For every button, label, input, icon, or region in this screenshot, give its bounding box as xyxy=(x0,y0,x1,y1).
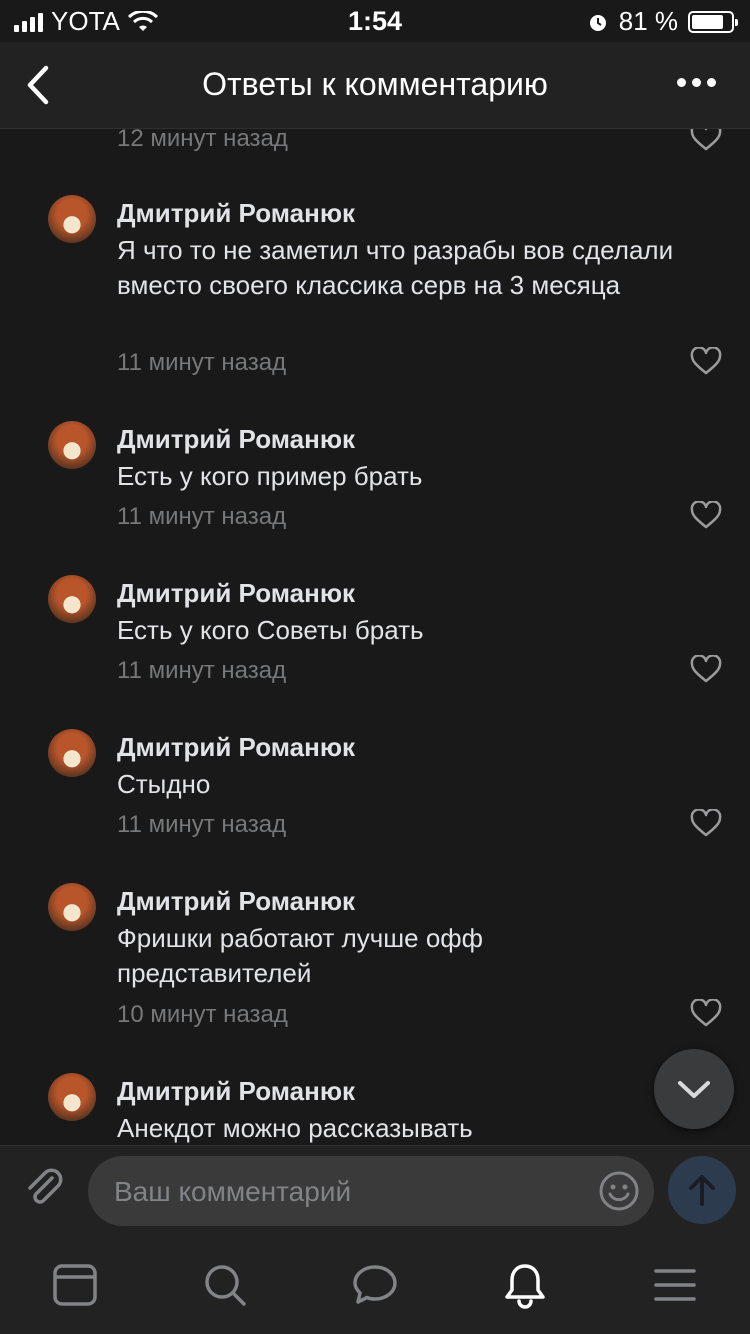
comment-time: 11 минут назад xyxy=(117,349,287,376)
comment-composer xyxy=(0,1145,750,1241)
comment-text: Анекдот можно рассказывать xyxy=(117,1113,473,1143)
comment-input-box xyxy=(88,1156,654,1228)
comment-author[interactable]: Дмитрий Романюк xyxy=(117,424,355,455)
comment-text: Я что то не заметил что разрабы вов сдел… xyxy=(117,235,674,300)
heart-icon[interactable] xyxy=(690,809,722,837)
comment-time: 11 минут назад xyxy=(117,811,287,838)
more-options-icon[interactable] xyxy=(677,78,716,87)
comment-input[interactable] xyxy=(112,1156,586,1228)
heart-icon[interactable] xyxy=(690,501,722,529)
comment-time: 12 минут назад xyxy=(117,129,288,152)
bottom-tab-bar xyxy=(0,1240,750,1334)
avatar[interactable] xyxy=(48,883,96,931)
heart-icon[interactable] xyxy=(690,655,722,683)
replies-list[interactable]: 12 минут назад Дмитрий Романюк Я что то … xyxy=(0,129,750,1144)
arrow-up-icon xyxy=(689,1175,715,1206)
comment-time: 11 минут назад xyxy=(117,657,287,684)
avatar[interactable] xyxy=(48,421,96,469)
comment-author[interactable]: Дмитрий Романюк xyxy=(117,198,355,229)
chevron-down-icon xyxy=(678,1081,710,1098)
scroll-down-button[interactable] xyxy=(654,1049,734,1129)
heart-icon[interactable] xyxy=(690,129,722,151)
alarm-icon xyxy=(589,14,606,31)
tab-search[interactable] xyxy=(200,1260,250,1310)
tab-notifications[interactable] xyxy=(500,1260,550,1310)
emoji-icon[interactable] xyxy=(598,1170,640,1212)
messages-icon xyxy=(353,1265,397,1304)
comment-author[interactable]: Дмитрий Романюк xyxy=(117,578,355,609)
tab-menu[interactable] xyxy=(650,1260,700,1310)
news-icon xyxy=(53,1264,97,1306)
battery-icon xyxy=(688,10,738,33)
comment-time: 11 минут назад xyxy=(117,503,287,530)
page-title: Ответы к комментарию xyxy=(202,66,548,102)
notifications-icon xyxy=(505,1264,545,1309)
avatar[interactable] xyxy=(48,1073,96,1121)
heart-icon[interactable] xyxy=(690,999,722,1027)
status-bar: YOTA 1:54 81 % xyxy=(0,0,750,42)
top-nav-bar: Ответы к комментарию xyxy=(0,42,750,129)
menu-icon xyxy=(654,1269,696,1301)
avatar[interactable] xyxy=(48,729,96,777)
paperclip-icon[interactable] xyxy=(22,1166,66,1210)
comment-time: 10 минут назад xyxy=(117,1001,288,1028)
comment-text: Стыдно xyxy=(117,769,211,799)
avatar[interactable] xyxy=(48,575,96,623)
comment-text: Фришки работают лучше офф представителей xyxy=(117,923,484,988)
avatar[interactable] xyxy=(48,195,96,243)
comment-text: Есть у кого Советы брать xyxy=(117,615,424,645)
comment-text: Есть у кого пример брать xyxy=(117,461,423,491)
tab-messages[interactable] xyxy=(350,1260,400,1310)
send-button[interactable] xyxy=(668,1156,736,1224)
tab-news[interactable] xyxy=(50,1260,100,1310)
battery-percent: 81 % xyxy=(618,6,678,36)
comment-author[interactable]: Дмитрий Романюк xyxy=(117,1076,355,1107)
heart-icon[interactable] xyxy=(690,347,722,375)
search-icon xyxy=(205,1265,246,1306)
comment-author[interactable]: Дмитрий Романюк xyxy=(117,886,355,917)
comment-author[interactable]: Дмитрий Романюк xyxy=(117,732,355,763)
